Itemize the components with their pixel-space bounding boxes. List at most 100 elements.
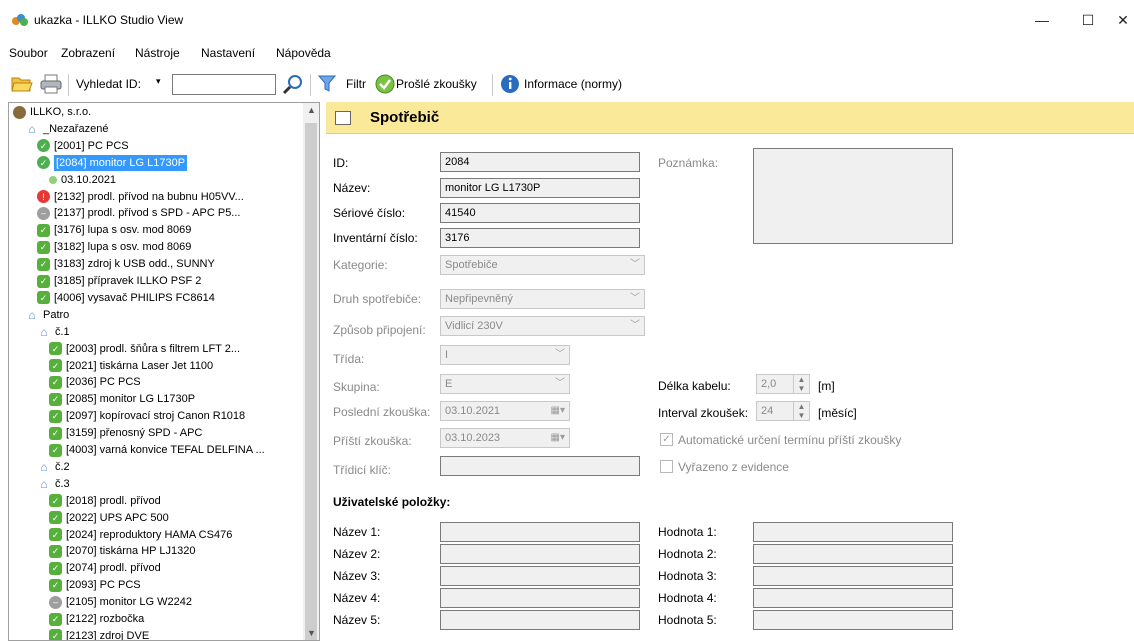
connection-select[interactable]: Vidlicí 230V ﹀ <box>440 316 645 336</box>
group-select[interactable]: E ﹀ <box>440 374 570 394</box>
user-value-field[interactable] <box>753 522 953 542</box>
class-select[interactable]: I ﹀ <box>440 345 570 365</box>
device-tree-panel[interactable]: ILLKO, s.r.o. ⌂ _Nezařazené ✓ [2001] PC PCS ✓… <box>8 102 320 641</box>
tree-item[interactable]: ✓ [2001] PC PCS <box>37 138 129 154</box>
tree-scrollbar[interactable]: ▲ ▼ <box>303 103 319 640</box>
user-name-field[interactable] <box>440 566 640 586</box>
tree-item[interactable]: ✓ [2018] prodl. přívod <box>49 493 161 509</box>
filter-funnel-icon <box>318 75 336 92</box>
tree-item[interactable]: – [2105] monitor LG W2242 <box>49 594 192 610</box>
user-name-field[interactable] <box>440 588 640 608</box>
note-textarea[interactable] <box>753 148 953 244</box>
tree-item[interactable]: ✓ [2022] UPS APC 500 <box>49 510 169 526</box>
inactive-status-icon: – <box>49 595 62 609</box>
menu-napoveda[interactable]: Nápověda <box>276 46 331 60</box>
spin-arrows-icon[interactable]: ▲ ▼ <box>793 402 809 420</box>
interval-spinner[interactable]: 24 ▲ ▼ <box>756 401 810 421</box>
user-value-field[interactable] <box>753 610 953 630</box>
tree-item-label: [3159] přenosný SPD - APC <box>66 427 203 440</box>
tree-item[interactable]: ✓ [2070] tiskárna HP LJ1320 <box>49 543 195 559</box>
tree-item[interactable]: ⌂ Patro <box>25 307 69 323</box>
expired-tests-button[interactable]: Prošlé zkoušky <box>396 77 477 91</box>
tree-item[interactable]: ✓ [2085] monitor LG L1730P <box>49 391 195 407</box>
tree-item[interactable]: ✓ [3182] lupa s osv. mod 8069 <box>37 239 191 255</box>
scroll-down-icon[interactable]: ▼ <box>307 628 316 638</box>
tree-item[interactable]: ✓ [2036] PC PCS <box>49 374 141 390</box>
tree-item[interactable]: 03.10.2021 <box>49 172 116 188</box>
menu-soubor[interactable]: Soubor <box>9 46 48 60</box>
calendar-icon[interactable]: ▦▾ <box>551 402 565 420</box>
spin-arrows-icon[interactable]: ▲ ▼ <box>793 375 809 393</box>
tree-item[interactable]: ✓ [2084] monitor LG L1730P <box>37 154 188 171</box>
tree-item[interactable]: ✓ [4006] vysavač PHILIPS FC8614 <box>37 290 215 306</box>
last-test-date[interactable]: 03.10.2021 ▦▾ <box>440 401 570 421</box>
user-name-field[interactable] <box>440 544 640 564</box>
user-name-field[interactable] <box>440 610 640 630</box>
tree-item[interactable]: ⌂ _Nezařazené <box>25 121 108 137</box>
tree-item[interactable]: ✓ [4003] varná konvice TEFAL DELFINA ... <box>49 442 265 458</box>
tree-scrollbar-thumb[interactable] <box>305 123 317 640</box>
inactive-status-icon: – <box>37 206 50 220</box>
user-value-field[interactable] <box>753 544 953 564</box>
tree-item[interactable]: ✓ [2021] tiskárna Laser Jet 1100 <box>49 358 213 374</box>
user-value-label: Hodnota 1: <box>658 525 717 539</box>
tree-item[interactable]: ✓ [2097] kopírovací stroj Canon R1018 <box>49 408 245 424</box>
tree-item-label: [2123] zdroj DVE <box>66 629 150 641</box>
type-select[interactable]: Nepřipevněný ﹀ <box>440 289 645 309</box>
calendar-icon[interactable]: ▦▾ <box>551 429 565 447</box>
menu-zobrazeni[interactable]: Zobrazení <box>61 46 115 60</box>
search-magnifier-icon[interactable] <box>281 73 305 95</box>
filter-button[interactable]: Filtr <box>346 77 366 91</box>
user-value-label: Hodnota 5: <box>658 613 717 627</box>
close-button[interactable]: ✕ <box>1100 0 1134 40</box>
id-field[interactable]: 2084 <box>440 152 640 172</box>
next-test-date[interactable]: 03.10.2023 ▦▾ <box>440 428 570 448</box>
scroll-up-icon[interactable]: ▲ <box>307 105 316 115</box>
test-record-icon <box>49 175 57 184</box>
open-folder-icon[interactable] <box>11 75 33 93</box>
name-field[interactable]: monitor LG L1730P <box>440 178 640 198</box>
minimize-button[interactable]: — <box>1019 0 1065 40</box>
tree-item[interactable]: ! [2132] prodl. přívod na bubnu H05VV... <box>37 189 244 205</box>
serial-label: Sériové číslo: <box>333 206 406 220</box>
user-value-field[interactable] <box>753 588 953 608</box>
search-dropdown-arrow-icon[interactable]: ▾ <box>156 76 161 87</box>
sort-key-field[interactable] <box>440 456 640 476</box>
info-norms-button[interactable]: Informace (normy) <box>524 77 622 91</box>
inventory-field[interactable]: 3176 <box>440 228 640 248</box>
auto-date-label: Automatické určení termínu příští zkoušk… <box>678 433 902 447</box>
auto-date-checkbox[interactable]: ✓ <box>660 433 673 446</box>
user-name-field[interactable] <box>440 522 640 542</box>
printer-icon[interactable] <box>40 74 62 94</box>
tree-item[interactable]: ✓ [3159] přenosný SPD - APC <box>49 425 202 441</box>
tree-item[interactable]: ✓ [2003] prodl. šňůra s filtrem LFT 2... <box>49 341 240 357</box>
user-value-field[interactable] <box>753 566 953 586</box>
tree-item[interactable]: ✓ [2074] prodl. přívod <box>49 560 161 576</box>
tree-item[interactable]: ⌂ č.3 <box>37 476 69 492</box>
menu-nastaveni[interactable]: Nastavení <box>201 46 255 60</box>
inventory-label: Inventární číslo: <box>333 231 418 245</box>
tree-item[interactable]: ⌂ č.1 <box>37 324 69 340</box>
tree-item[interactable]: ✓ [2024] reproduktory HAMA CS476 <box>49 527 232 543</box>
checked-status-icon: ✓ <box>49 578 62 592</box>
serial-field[interactable]: 41540 <box>440 203 640 223</box>
type-label: Druh spotřebiče: <box>333 292 422 306</box>
tree-item[interactable]: ✓ [2122] rozbočka <box>49 611 144 627</box>
tree-item[interactable]: ✓ [3176] lupa s osv. mod 8069 <box>37 222 191 238</box>
group-label: Skupina: <box>333 380 380 394</box>
tree-item[interactable]: ✓ [3183] zdroj k USB odd., SUNNY <box>37 256 215 272</box>
checked-status-icon: ✓ <box>49 443 62 457</box>
tree-item[interactable]: ✓ [2123] zdroj DVE <box>49 628 150 641</box>
title-bar: ukazka - ILLKO Studio View — ☐ ✕ <box>0 0 1134 40</box>
search-id-input[interactable] <box>172 74 276 95</box>
retired-checkbox[interactable] <box>660 460 673 473</box>
ok-status-icon: ✓ <box>37 156 50 170</box>
category-select[interactable]: Spotřebiče ﹀ <box>440 255 645 275</box>
menu-nastroje[interactable]: Nástroje <box>135 46 180 60</box>
tree-item[interactable]: ✓ [2093] PC PCS <box>49 577 141 593</box>
tree-item[interactable]: ILLKO, s.r.o. <box>13 104 91 120</box>
tree-item[interactable]: ✓ [3185] přípravek ILLKO PSF 2 <box>37 273 201 289</box>
tree-item[interactable]: – [2137] prodl. přívod s SPD - APC P5... <box>37 205 240 221</box>
tree-item[interactable]: ⌂ č.2 <box>37 459 69 475</box>
cable-length-spinner[interactable]: 2,0 ▲ ▼ <box>756 374 810 394</box>
